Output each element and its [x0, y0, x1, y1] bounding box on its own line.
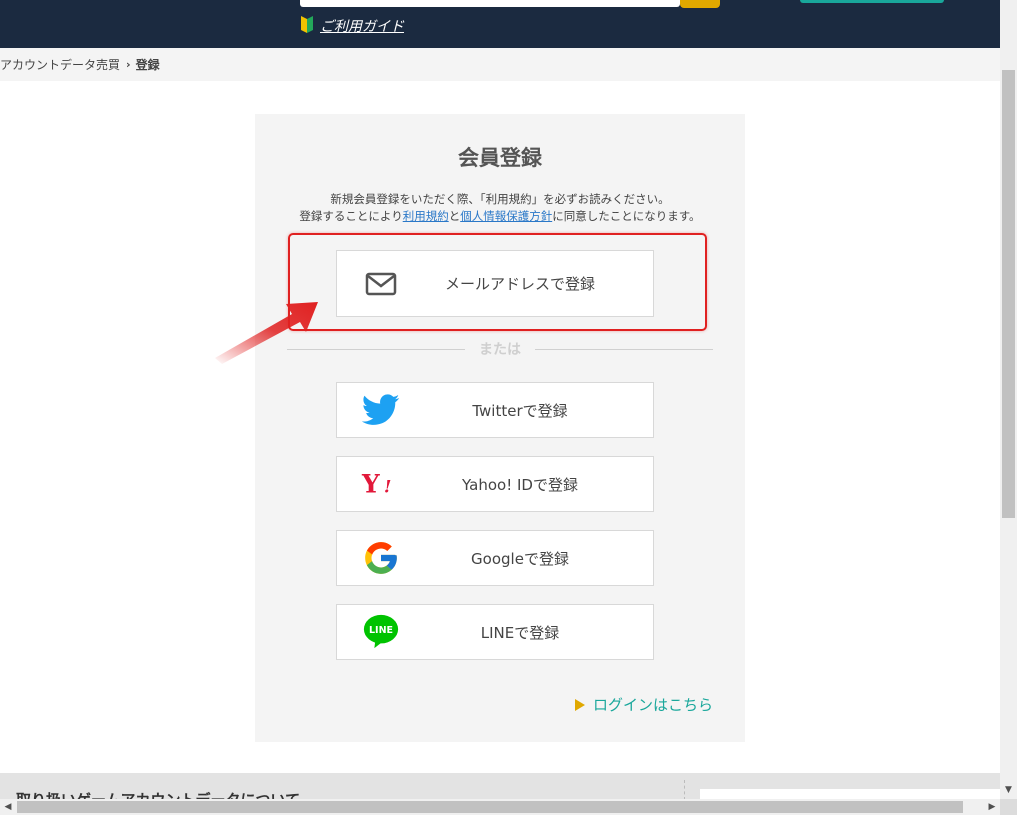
arrow-annotation-icon: [215, 302, 318, 364]
highlight-annotation-box: [288, 233, 707, 331]
breadcrumb-parent[interactable]: アカウントデータ売買: [0, 56, 120, 73]
footer-section-heading: 取り扱いゲームアカウントデータについて: [16, 791, 300, 799]
register-line-button[interactable]: LINE LINEで登録: [336, 604, 654, 660]
notice-text: に同意したことになります。: [552, 209, 701, 223]
register-yahoo-button[interactable]: Y ! Yahoo! IDで登録: [336, 456, 654, 512]
guide-link[interactable]: ご利用ガイド: [300, 15, 404, 37]
search-input[interactable]: [300, 0, 680, 7]
terms-link[interactable]: 利用規約: [403, 209, 449, 223]
twitter-bird-icon: [361, 390, 401, 430]
breadcrumb: アカウントデータ売買 › 登録: [0, 48, 1000, 81]
privacy-policy-link[interactable]: 個人情報保護方針: [460, 209, 552, 223]
yahoo-logo-icon: Y !: [361, 464, 401, 504]
breadcrumb-current: 登録: [135, 58, 160, 72]
site-header: ご利用ガイド: [0, 0, 1000, 48]
scroll-left-arrow-icon[interactable]: ◀: [0, 799, 16, 815]
google-g-icon: [361, 538, 401, 578]
register-google-button[interactable]: Googleで登録: [336, 530, 654, 586]
scrollbar-corner: [1000, 799, 1017, 815]
page-title: 会員登録: [458, 146, 542, 170]
or-divider: または: [287, 339, 713, 359]
divider-line: [535, 348, 713, 350]
login-link[interactable]: ログインはこちら: [574, 694, 713, 715]
beginner-mark-icon: [300, 14, 314, 38]
guide-link-label[interactable]: ご利用ガイド: [320, 16, 404, 36]
footer-heading-clip: 取り扱いゲームアカウントデータについて: [0, 791, 680, 799]
notice-line-2: 登録することにより利用規約と個人情報保護方針に同意したことになります。: [255, 208, 745, 225]
vertical-scroll-thumb[interactable]: [1002, 70, 1015, 518]
register-card: 会員登録 新規会員登録をいただく際、「利用規約」を必ずお読みください。 登録する…: [255, 114, 745, 742]
svg-text:!: !: [384, 478, 392, 497]
register-twitter-button[interactable]: Twitterで登録: [336, 382, 654, 438]
login-link-label: ログインはこちら: [592, 696, 713, 714]
footer-divider: [684, 780, 686, 800]
notice-text: 登録することにより: [299, 209, 403, 223]
svg-text:LINE: LINE: [369, 625, 393, 636]
search-button[interactable]: [680, 0, 720, 8]
terms-notice: 新規会員登録をいただく際、「利用規約」を必ずお読みください。 登録することにより…: [255, 191, 745, 225]
header-action-button[interactable]: [800, 0, 944, 3]
horizontal-scroll-thumb[interactable]: [17, 801, 963, 813]
triangle-right-icon: [574, 698, 585, 711]
notice-line-1: 新規会員登録をいただく際、「利用規約」を必ずお読みください。: [330, 192, 670, 206]
line-logo-icon: LINE: [361, 612, 401, 652]
svg-text:Y: Y: [361, 471, 380, 497]
scroll-right-arrow-icon[interactable]: ▶: [984, 799, 1000, 815]
divider-label: または: [479, 342, 521, 358]
chevron-right-icon: ›: [126, 58, 131, 71]
scroll-down-arrow-icon[interactable]: ▼: [1000, 781, 1017, 798]
footer-panel: [700, 789, 1000, 799]
notice-text: と: [448, 209, 461, 223]
